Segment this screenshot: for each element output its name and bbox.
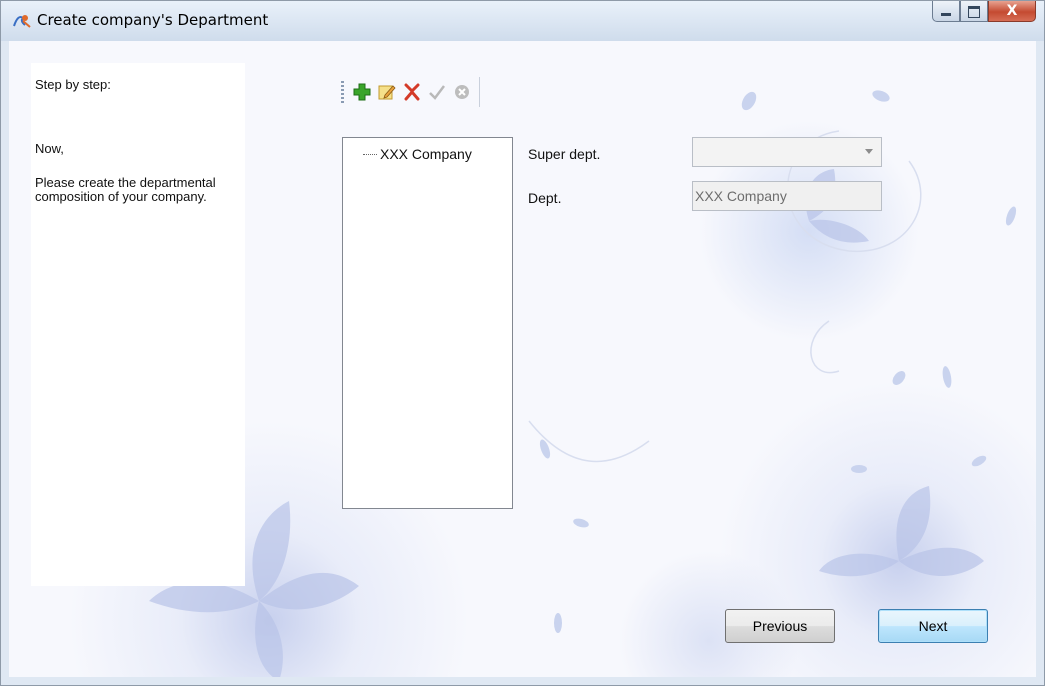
confirm-button[interactable]	[425, 80, 449, 104]
add-button[interactable]	[350, 80, 374, 104]
add-icon	[353, 83, 371, 101]
department-tree[interactable]: XXX Company	[342, 137, 513, 509]
dept-field[interactable]: XXX Company	[692, 181, 882, 211]
cancel-icon	[455, 85, 469, 99]
app-icon	[13, 15, 31, 28]
tree-connector	[363, 153, 377, 155]
super-dept-dropdown[interactable]	[692, 137, 882, 167]
minimize-button[interactable]	[932, 1, 960, 22]
maximize-button[interactable]	[960, 1, 988, 22]
title-bar[interactable]: Create company's Department X	[1, 1, 1044, 41]
delete-button[interactable]	[400, 80, 424, 104]
close-icon: X	[1006, 3, 1018, 19]
minimize-icon	[941, 13, 951, 16]
previous-button[interactable]: Previous	[725, 609, 835, 643]
tree-node-label: XXX Company	[380, 146, 472, 162]
main-window: Create company's Department X Step by st…	[0, 0, 1045, 686]
step-guide-title: Step by step:	[35, 77, 111, 92]
tree-node-root[interactable]: XXX Company	[363, 146, 472, 162]
caption-buttons: X	[932, 1, 1036, 23]
client-area: Step by step: Now, Please create the dep…	[9, 41, 1036, 677]
confirm-icon	[429, 85, 445, 100]
edit-button[interactable]	[375, 80, 399, 104]
toolbar-separator	[479, 77, 480, 107]
toolbar-grip[interactable]	[341, 81, 344, 103]
close-button[interactable]: X	[988, 1, 1036, 22]
step-guide-now: Now,	[35, 141, 64, 156]
super-dept-label: Super dept.	[528, 146, 601, 162]
toolbar	[341, 77, 480, 107]
chevron-down-icon	[865, 149, 873, 154]
delete-icon	[404, 83, 420, 101]
dept-label: Dept.	[528, 190, 562, 206]
next-button[interactable]: Next	[878, 609, 988, 643]
step-guide-description: Please create the departmental compositi…	[35, 175, 216, 204]
maximize-icon	[968, 6, 980, 18]
edit-icon	[378, 85, 396, 100]
window-title: Create company's Department	[37, 11, 269, 29]
cancel-button[interactable]	[450, 80, 474, 104]
step-guide-panel: Step by step: Now, Please create the dep…	[31, 63, 245, 586]
